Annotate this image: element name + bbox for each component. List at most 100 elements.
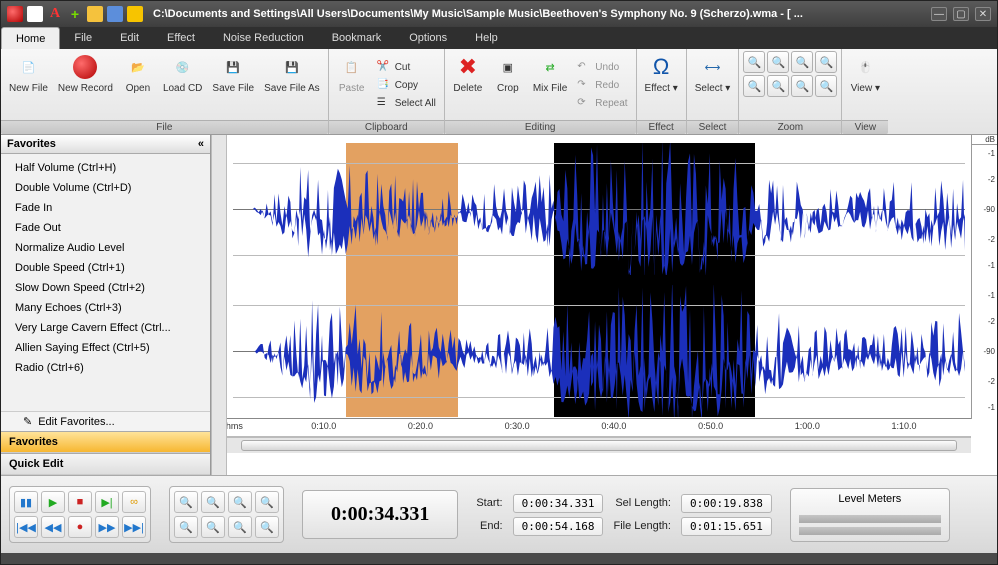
skip-end-button[interactable]: ▶▶|: [122, 516, 146, 538]
waveform-view[interactable]: dB -1 -2 -90 -2 -1 -1 -2 -90 -2 -1 hms 0…: [227, 135, 997, 475]
save-file-as-button[interactable]: 💾Save File As: [260, 51, 324, 120]
favorites-list: Half Volume (Ctrl+H) Double Volume (Ctrl…: [1, 154, 210, 411]
collapse-icon[interactable]: «: [198, 138, 204, 150]
zoom-all-button[interactable]: 🔍: [255, 491, 279, 513]
zoom-btn-8[interactable]: 🔍: [255, 516, 279, 538]
menu-options[interactable]: Options: [395, 27, 461, 49]
cut-button[interactable]: ✂️Cut: [373, 59, 440, 77]
open-button[interactable]: 📂Open: [119, 51, 157, 120]
zoom-left-button[interactable]: 🔍: [791, 75, 813, 97]
start-value: 0:00:34.331: [513, 494, 604, 513]
select-button[interactable]: ⟷Select ▾: [691, 51, 735, 120]
save-file-button[interactable]: 💾Save File: [208, 51, 258, 120]
zoom-btn-6[interactable]: 🔍: [201, 516, 225, 538]
menu-help[interactable]: Help: [461, 27, 512, 49]
ribbon-group-view: 🖱️View ▾ View: [842, 49, 888, 134]
waveform-channel-right: [233, 285, 965, 417]
end-value: 0:00:54.168: [513, 517, 604, 536]
rewind-button[interactable]: ◀◀: [41, 516, 65, 538]
menubar: Home File Edit Effect Noise Reduction Bo…: [1, 27, 997, 49]
favorite-item[interactable]: Fade Out: [1, 218, 210, 238]
favorite-item[interactable]: Normalize Audio Level: [1, 238, 210, 258]
ribbon-group-zoom: 🔍🔍🔍🔍 🔍🔍🔍🔍 Zoom: [739, 49, 842, 134]
redo-button: ↷Redo: [573, 77, 631, 95]
stop-button[interactable]: ■: [68, 491, 92, 513]
ribbon-group-file: 📄New File New Record 📂Open 💿Load CD 💾Sav…: [1, 49, 329, 134]
copy-button[interactable]: 📑Copy: [373, 77, 440, 95]
mix-file-button[interactable]: ⇄Mix File: [529, 51, 571, 120]
new-file-icon[interactable]: [27, 6, 43, 22]
favorite-item[interactable]: Many Echoes (Ctrl+3): [1, 298, 210, 318]
nuke-icon[interactable]: [127, 6, 143, 22]
favorite-item[interactable]: Allien Saying Effect (Ctrl+5): [1, 338, 210, 358]
favorite-item[interactable]: Radio (Ctrl+6): [1, 358, 210, 378]
favorite-item[interactable]: Double Volume (Ctrl+D): [1, 178, 210, 198]
selection-info: Start:0:00:34.331 Sel Length:0:00:19.838…: [476, 494, 772, 536]
minimize-button[interactable]: —: [931, 7, 947, 21]
sel-length-value: 0:00:19.838: [681, 494, 772, 513]
favorite-item[interactable]: Very Large Cavern Effect (Ctrl...: [1, 318, 210, 338]
zoom-out-v-button[interactable]: 🔍: [767, 75, 789, 97]
undo-button: ↶Undo: [573, 59, 631, 77]
tab-quick-edit[interactable]: Quick Edit: [1, 453, 210, 475]
ribbon-group-clipboard: 📋Paste ✂️Cut 📑Copy ☰Select All Clipboard: [329, 49, 445, 134]
menu-home[interactable]: Home: [1, 27, 60, 49]
menu-noise-reduction[interactable]: Noise Reduction: [209, 27, 318, 49]
favorite-item[interactable]: Fade In: [1, 198, 210, 218]
group-label-file: File: [1, 120, 328, 134]
view-button[interactable]: 🖱️View ▾: [846, 51, 884, 120]
record-icon[interactable]: [7, 6, 23, 22]
group-label-effect: Effect: [637, 120, 686, 134]
save-icon[interactable]: [107, 6, 123, 22]
menu-edit[interactable]: Edit: [106, 27, 153, 49]
zoom-fit-button[interactable]: 🔍: [791, 51, 813, 73]
window-title: C:\Documents and Settings\All Users\Docu…: [153, 8, 923, 20]
zoom-out-button[interactable]: 🔍: [201, 491, 225, 513]
zoom-sel-button[interactable]: 🔍: [228, 491, 252, 513]
time-ruler[interactable]: hms 0:10.0 0:20.0 0:30.0 0:40.0 0:50.0 1…: [227, 419, 971, 437]
paste-button: 📋Paste: [333, 51, 371, 120]
favorite-item[interactable]: Slow Down Speed (Ctrl+2): [1, 278, 210, 298]
edit-favorites-button[interactable]: ✎ Edit Favorites...: [1, 411, 210, 431]
add-icon[interactable]: +: [67, 6, 83, 22]
new-file-button[interactable]: 📄New File: [5, 51, 52, 120]
crop-button[interactable]: ▣Crop: [489, 51, 527, 120]
zoom-in-v-button[interactable]: 🔍: [743, 75, 765, 97]
effect-button[interactable]: ΩEffect ▾: [641, 51, 682, 120]
pause-button[interactable]: ▮▮: [14, 491, 38, 513]
zoom-in-button[interactable]: 🔍: [174, 491, 198, 513]
group-label-editing: Editing: [445, 120, 636, 134]
select-all-button[interactable]: ☰Select All: [373, 95, 440, 113]
open-icon[interactable]: [87, 6, 103, 22]
sidebar-scrollbar[interactable]: [211, 135, 227, 475]
tab-favorites[interactable]: Favorites: [1, 431, 210, 453]
zoom-btn-5[interactable]: 🔍: [174, 516, 198, 538]
zoom-out-sel-button[interactable]: 🔍: [767, 51, 789, 73]
favorite-item[interactable]: Double Speed (Ctrl+1): [1, 258, 210, 278]
repeat-button: ⟳Repeat: [573, 95, 631, 113]
new-record-button[interactable]: New Record: [54, 51, 117, 120]
favorite-item[interactable]: Half Volume (Ctrl+H): [1, 158, 210, 178]
horizontal-scrollbar[interactable]: [227, 437, 971, 453]
maximize-button[interactable]: ▢: [953, 7, 969, 21]
menu-effect[interactable]: Effect: [153, 27, 209, 49]
play-sel-button[interactable]: ▶|: [95, 491, 119, 513]
play-button[interactable]: ▶: [41, 491, 65, 513]
close-button[interactable]: ✕: [975, 7, 991, 21]
zoom-btn-7[interactable]: 🔍: [228, 516, 252, 538]
font-a-icon[interactable]: A: [47, 6, 63, 22]
delete-button[interactable]: ✖Delete: [449, 51, 487, 120]
load-cd-button[interactable]: 💿Load CD: [159, 51, 206, 120]
menu-bookmark[interactable]: Bookmark: [318, 27, 396, 49]
loop-button[interactable]: ∞: [122, 491, 146, 513]
zoom-full-button[interactable]: 🔍: [815, 51, 837, 73]
group-label-zoom: Zoom: [739, 120, 841, 134]
zoom-right-button[interactable]: 🔍: [815, 75, 837, 97]
ribbon-group-editing: ✖Delete ▣Crop ⇄Mix File ↶Undo ↷Redo ⟳Rep…: [445, 49, 637, 134]
menu-file[interactable]: File: [60, 27, 106, 49]
record-button[interactable]: ●: [68, 516, 92, 538]
skip-start-button[interactable]: |◀◀: [14, 516, 38, 538]
zoom-in-sel-button[interactable]: 🔍: [743, 51, 765, 73]
group-label-view: View: [842, 120, 888, 134]
fast-forward-button[interactable]: ▶▶: [95, 516, 119, 538]
